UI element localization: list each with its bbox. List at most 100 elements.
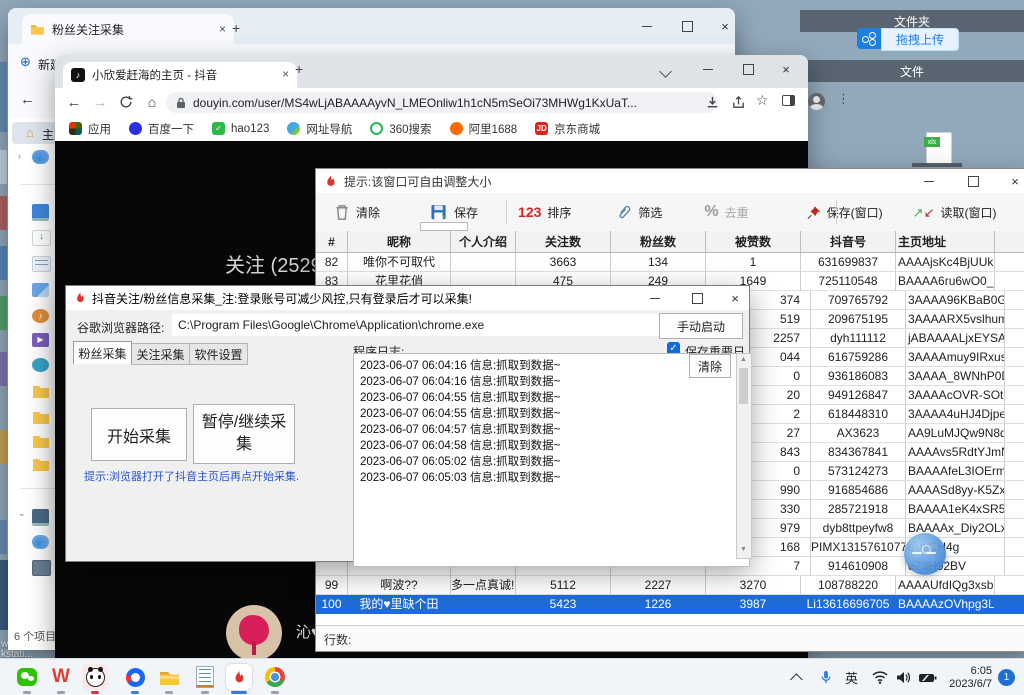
xls-file-icon[interactable]: xls bbox=[926, 132, 952, 164]
taskbar-wps-icon[interactable]: W bbox=[48, 664, 74, 690]
avatar[interactable] bbox=[226, 605, 282, 661]
desktop-icon-fragment[interactable] bbox=[0, 246, 7, 280]
desktop-icon-fragment[interactable] bbox=[0, 352, 7, 386]
sidebar-item-videos[interactable]: ▶ bbox=[32, 333, 49, 347]
bookmark-star-icon[interactable]: ☆ bbox=[756, 92, 769, 109]
address-bar[interactable]: douyin.com/user/MS4wLjABAAAAyvN_LMEOnliw… bbox=[166, 92, 718, 113]
share-icon[interactable] bbox=[731, 95, 746, 110]
profile-icon[interactable] bbox=[808, 93, 825, 110]
chrome-tab[interactable]: ♪ 小欣爱赶海的主页 - 抖音 × bbox=[63, 62, 297, 88]
taskbar-wechat-icon[interactable] bbox=[14, 664, 40, 690]
home-icon[interactable]: ⌂ bbox=[139, 94, 165, 110]
log-scrollbar[interactable]: ▲ ▼ bbox=[736, 353, 752, 559]
sidebar-item-app[interactable] bbox=[32, 358, 49, 372]
tab-close-icon[interactable]: × bbox=[282, 69, 289, 81]
pause-resume-button[interactable]: 暂停/继续采集 bbox=[193, 404, 295, 464]
bookmark-hao123[interactable]: ✓hao123 bbox=[212, 122, 269, 135]
table-row[interactable]: 99 啊波?? 多一点真诚! 感谢 5112 2227 3270 1087882… bbox=[316, 576, 1024, 595]
col-fans[interactable]: 粉丝数 bbox=[611, 231, 706, 253]
sidebar-item-onedrive[interactable] bbox=[32, 150, 49, 164]
bookmark-nav[interactable]: 网址导航 bbox=[287, 121, 352, 137]
sidebar-item-cloud[interactable] bbox=[32, 535, 49, 549]
tray-clock[interactable]: 6:05 2023/6/7 bbox=[948, 659, 992, 695]
lanzou-cloud-icon[interactable] bbox=[857, 28, 881, 49]
sidebar-icon[interactable] bbox=[782, 95, 795, 106]
minimize-button[interactable] bbox=[638, 289, 672, 307]
col-douyin-id[interactable]: 抖音号 bbox=[801, 231, 896, 253]
forward-icon[interactable]: → bbox=[87, 94, 113, 111]
new-icon[interactable]: ⊕ bbox=[20, 54, 31, 70]
desktop-icon-fragment[interactable] bbox=[0, 62, 7, 132]
sidebar-item-documents[interactable] bbox=[32, 256, 51, 272]
maximize-button[interactable] bbox=[670, 17, 704, 35]
sidebar-item-pictures[interactable] bbox=[32, 283, 49, 297]
sidebar-item-music[interactable]: ♪ bbox=[32, 309, 49, 323]
maximize-button[interactable] bbox=[956, 172, 990, 190]
sidebar-item-network[interactable] bbox=[32, 560, 51, 576]
taskbar-flame-app-icon[interactable] bbox=[226, 664, 252, 690]
taskbar-panda-icon[interactable] bbox=[82, 664, 108, 690]
tab-follow-collect[interactable]: 关注采集 bbox=[131, 343, 190, 365]
save-window-button[interactable]: 保存(窗口) bbox=[801, 201, 889, 224]
col-index[interactable]: # bbox=[316, 231, 348, 253]
start-collect-button[interactable]: 开始采集 bbox=[91, 408, 187, 461]
tray-wifi-icon[interactable] bbox=[872, 659, 888, 695]
desktop-icon-fragment[interactable] bbox=[0, 196, 7, 230]
col-likes[interactable]: 被赞数 bbox=[706, 231, 801, 253]
col-homepage[interactable]: 主页地址 bbox=[896, 231, 995, 253]
desktop-icon-fragment[interactable] bbox=[0, 296, 7, 330]
new-tab-icon[interactable]: + bbox=[295, 61, 303, 77]
taskbar-notepad-icon[interactable] bbox=[192, 664, 218, 690]
taskbar-chrome-icon[interactable] bbox=[262, 664, 288, 690]
bookmark-1688[interactable]: 阿里1688 bbox=[450, 121, 518, 137]
save-button[interactable]: 保存 bbox=[424, 201, 484, 224]
maximize-button[interactable] bbox=[731, 60, 765, 78]
col-nickname[interactable]: 昵称 bbox=[348, 231, 451, 253]
scroll-up-icon[interactable]: ▲ bbox=[740, 356, 747, 363]
desktop-icon-fragment[interactable] bbox=[0, 520, 7, 554]
sidebar-folder-icon[interactable] bbox=[32, 384, 50, 399]
sidebar-folder-icon[interactable] bbox=[32, 457, 50, 472]
scroll-down-icon[interactable]: ▼ bbox=[740, 546, 747, 553]
chevron-down-icon[interactable] bbox=[659, 65, 672, 78]
table-row[interactable]: 100 我的♥里缺个田 5423 1226 3987 Li13616696705… bbox=[316, 595, 1024, 614]
chevron-down-icon[interactable]: ⌄ bbox=[18, 508, 26, 519]
taskbar-explorer-icon[interactable] bbox=[156, 664, 182, 690]
sidebar-folder-icon[interactable] bbox=[32, 410, 50, 425]
tray-chevron-up-icon[interactable] bbox=[794, 659, 803, 695]
bookmark-baidu[interactable]: 百度一下 bbox=[129, 121, 194, 137]
bookmark-apps[interactable]: 应用 bbox=[69, 121, 111, 137]
col-intro[interactable]: 个人介绍 bbox=[451, 231, 516, 253]
back-icon[interactable]: ← bbox=[20, 91, 35, 108]
sidebar-item-thispc[interactable] bbox=[32, 509, 49, 526]
chrome-path-input[interactable]: C:\Program Files\Google\Chrome\Applicati… bbox=[172, 314, 660, 336]
desktop-icon-fragment[interactable] bbox=[0, 150, 7, 184]
sidebar-folder-icon[interactable] bbox=[32, 434, 50, 449]
chevron-right-icon[interactable]: › bbox=[18, 151, 21, 161]
sidebar-item-home[interactable]: ⌂ 主文件夹 bbox=[12, 122, 60, 144]
tab-settings[interactable]: 软件设置 bbox=[189, 343, 248, 365]
sort-button[interactable]: 123 排序 bbox=[512, 201, 577, 224]
bookmark-360[interactable]: 360搜索 bbox=[370, 121, 431, 137]
dedupe-button[interactable]: % 去重 bbox=[698, 200, 754, 224]
desktop-icon-fragment[interactable] bbox=[0, 430, 7, 464]
minimize-button[interactable] bbox=[912, 172, 946, 190]
manual-start-button[interactable]: 手动启动 bbox=[659, 313, 743, 339]
col-following[interactable]: 关注数 bbox=[516, 231, 611, 253]
taskbar-netdisk-icon[interactable] bbox=[122, 664, 148, 690]
download-icon[interactable] bbox=[705, 95, 720, 110]
tray-ime-indicator[interactable]: 英 bbox=[845, 659, 858, 695]
close-button[interactable]: × bbox=[769, 60, 803, 78]
reload-icon[interactable] bbox=[113, 95, 139, 109]
close-button[interactable]: × bbox=[998, 172, 1024, 190]
sidebar-item-downloads[interactable]: ↓ bbox=[32, 230, 51, 246]
maximize-button[interactable] bbox=[680, 289, 714, 307]
back-icon[interactable]: ← bbox=[61, 94, 87, 111]
bookmark-jd[interactable]: JD京东商城 bbox=[535, 121, 600, 137]
file-bar[interactable]: 文件 bbox=[800, 60, 1024, 82]
tray-battery-icon[interactable] bbox=[918, 659, 937, 695]
close-button[interactable]: × bbox=[708, 17, 742, 35]
menu-dots-icon[interactable]: ⋮ bbox=[837, 91, 850, 107]
sidebar-item-desktop[interactable] bbox=[32, 204, 49, 221]
tray-microphone-icon[interactable] bbox=[820, 659, 832, 695]
